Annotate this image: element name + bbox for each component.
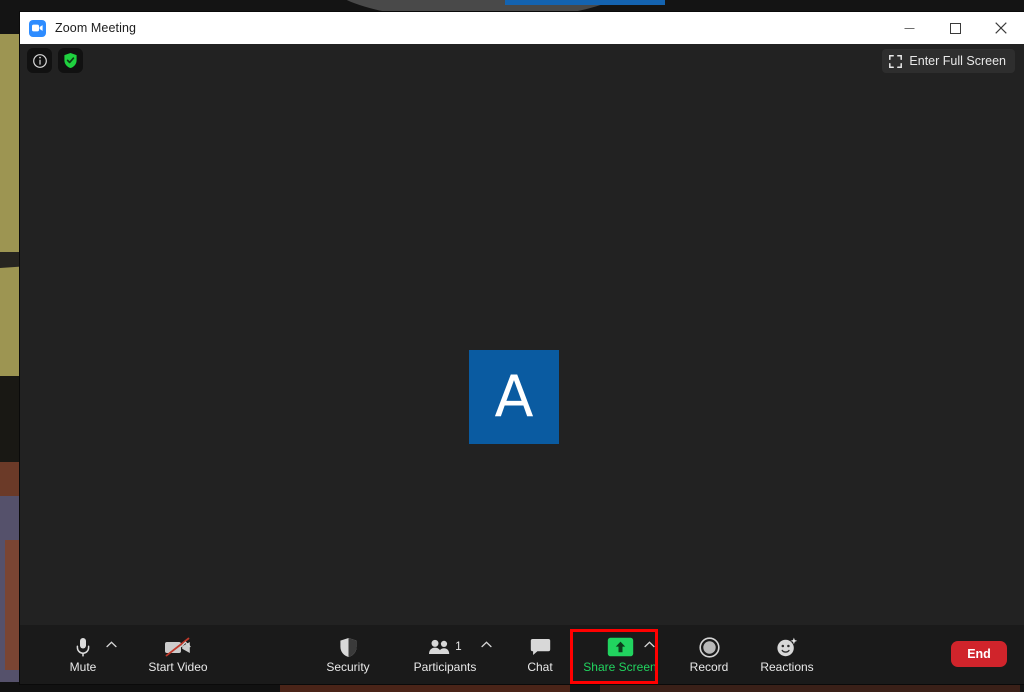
people-icon: 1 xyxy=(428,636,462,658)
chat-button[interactable]: Chat xyxy=(510,625,570,684)
participants-options-caret-icon[interactable] xyxy=(481,641,492,648)
desktop-strip-brown-inner xyxy=(5,540,19,670)
maximize-icon[interactable] xyxy=(932,12,978,44)
reactions-label: Reactions xyxy=(760,660,814,674)
participant-count: 1 xyxy=(455,641,462,653)
mute-button[interactable]: Mute xyxy=(43,625,123,684)
share-screen-button[interactable]: Share Screen xyxy=(576,625,664,684)
mute-options-caret-icon[interactable] xyxy=(106,641,117,648)
share-arrow-up-icon xyxy=(607,636,634,658)
zoom-camera-icon xyxy=(29,19,46,37)
close-icon[interactable] xyxy=(978,12,1024,44)
avatar-initial: A xyxy=(494,363,534,430)
title-bar: Zoom Meeting xyxy=(20,12,1024,44)
share-screen-label: Share Screen xyxy=(583,660,657,674)
meeting-toolbar: Mute Start Video Security 1 Participants… xyxy=(20,625,1024,684)
record-label: Record xyxy=(689,660,729,674)
info-circle-icon[interactable] xyxy=(27,48,52,73)
record-button[interactable]: Record xyxy=(676,625,742,684)
smiley-sparkle-icon xyxy=(776,636,798,658)
expand-corners-icon xyxy=(889,54,903,68)
shield-icon xyxy=(339,636,358,658)
enter-full-screen-label: Enter Full Screen xyxy=(909,54,1006,68)
speech-bubble-icon xyxy=(530,636,551,658)
minimize-icon[interactable] xyxy=(886,12,932,44)
mute-label: Mute xyxy=(69,660,97,674)
participants-label: Participants xyxy=(413,660,477,674)
record-circle-icon xyxy=(698,636,720,658)
share-options-caret-icon[interactable] xyxy=(644,641,655,648)
start-video-button[interactable]: Start Video xyxy=(128,625,228,684)
end-label: End xyxy=(967,647,991,661)
participant-avatar-tile[interactable]: A xyxy=(469,350,559,444)
enter-full-screen-button[interactable]: Enter Full Screen xyxy=(882,49,1015,73)
start-video-label: Start Video xyxy=(148,660,208,674)
zoom-meeting-window: Zoom Meeting Enter Full Screen A Mute St… xyxy=(20,12,1024,684)
end-meeting-button[interactable]: End xyxy=(951,641,1007,667)
security-label: Security xyxy=(326,660,370,674)
meeting-info-badges xyxy=(27,48,83,73)
green-shield-check-icon[interactable] xyxy=(58,48,83,73)
reactions-button[interactable]: Reactions xyxy=(746,625,828,684)
window-controls xyxy=(886,12,1024,44)
video-stage: Enter Full Screen A xyxy=(20,44,1024,625)
window-title: Zoom Meeting xyxy=(55,21,137,35)
desktop-top-blue-line xyxy=(505,0,665,5)
chat-label: Chat xyxy=(527,660,553,674)
security-button[interactable]: Security xyxy=(310,625,386,684)
microphone-icon xyxy=(75,636,91,658)
participants-button[interactable]: 1 Participants xyxy=(406,625,484,684)
video-options-caret-icon[interactable] xyxy=(180,641,191,648)
